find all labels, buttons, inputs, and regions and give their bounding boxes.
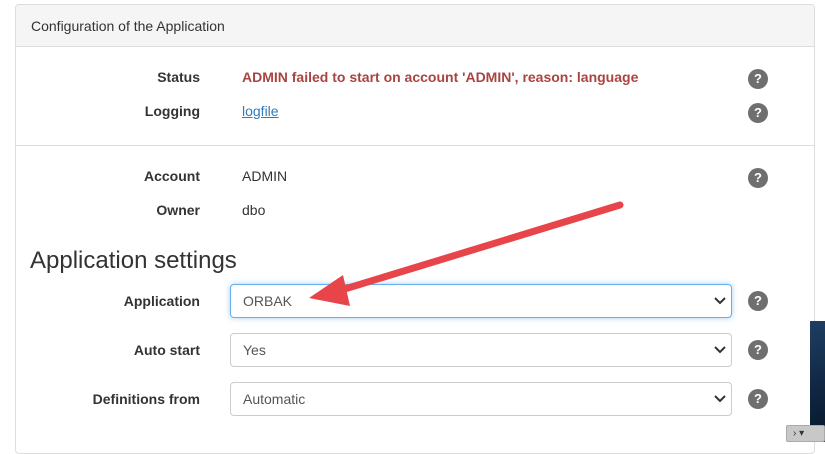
- settings-heading: Application settings: [30, 247, 237, 274]
- account-label: Account: [144, 168, 200, 184]
- status-value: ADMIN failed to start on account 'ADMIN'…: [242, 69, 639, 85]
- help-icon[interactable]: ?: [748, 103, 768, 123]
- status-label: Status: [157, 69, 200, 85]
- account-value: ADMIN: [242, 168, 288, 184]
- owner-value: dbo: [242, 202, 266, 218]
- owner-label: Owner: [156, 202, 200, 218]
- section-divider: [16, 145, 814, 146]
- config-panel: Configuration of the Application Status …: [15, 4, 815, 454]
- panel-title: Configuration of the Application: [16, 5, 814, 47]
- logfile-link[interactable]: logfile: [242, 103, 279, 119]
- auto-start-select-value: Yes: [243, 342, 266, 358]
- help-icon[interactable]: ?: [748, 291, 768, 311]
- application-select[interactable]: ORBAK: [230, 284, 732, 318]
- auto-start-label: Auto start: [133, 342, 200, 358]
- side-thumbnail: [810, 321, 825, 442]
- help-icon[interactable]: ?: [748, 340, 768, 360]
- logging-label: Logging: [144, 103, 200, 119]
- definitions-select[interactable]: Automatic: [230, 382, 732, 416]
- application-label: Application: [123, 293, 200, 309]
- chevron-down-icon: [714, 297, 726, 305]
- help-icon[interactable]: ?: [748, 389, 768, 409]
- auto-start-select[interactable]: Yes: [230, 333, 732, 367]
- chevron-right-icon[interactable]: › ▾: [786, 425, 825, 442]
- definitions-label: Definitions from: [92, 391, 200, 407]
- help-icon[interactable]: ?: [748, 69, 768, 89]
- application-select-value: ORBAK: [243, 293, 293, 309]
- chevron-down-icon: [714, 346, 726, 354]
- chevron-down-icon: [714, 395, 726, 403]
- definitions-select-value: Automatic: [243, 391, 306, 407]
- help-icon[interactable]: ?: [748, 168, 768, 188]
